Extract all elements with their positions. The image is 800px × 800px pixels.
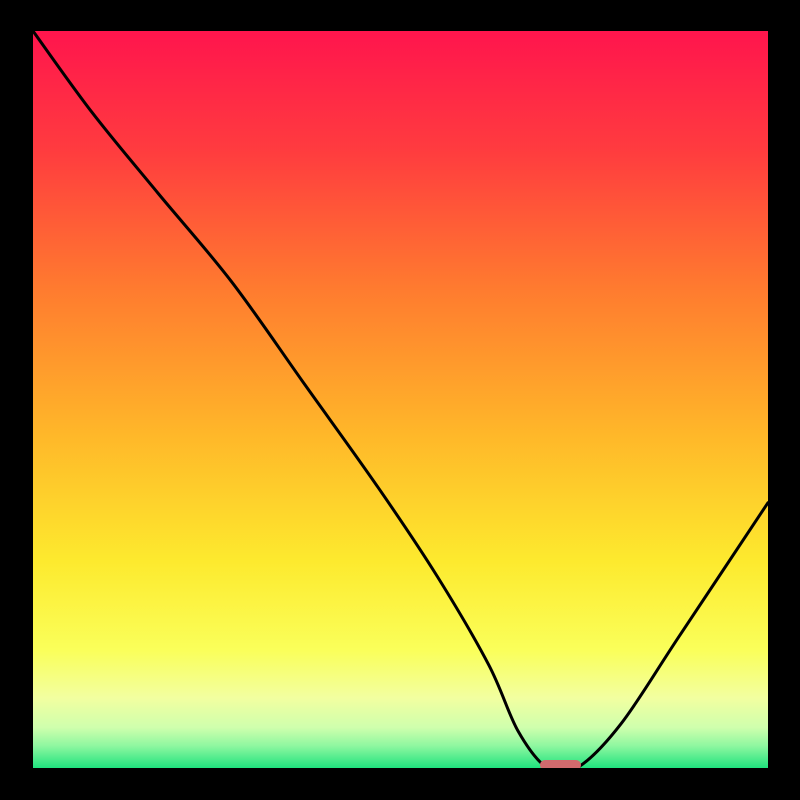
bottleneck-curve — [33, 31, 768, 768]
plot-area — [33, 31, 768, 768]
curve-layer — [33, 31, 768, 768]
chart-stage: TheBottleneck.com — [0, 0, 800, 800]
frame-top — [0, 0, 800, 31]
frame-right — [768, 0, 800, 800]
frame-left — [0, 0, 33, 800]
frame-bottom — [0, 768, 800, 800]
optimal-marker — [540, 760, 580, 768]
